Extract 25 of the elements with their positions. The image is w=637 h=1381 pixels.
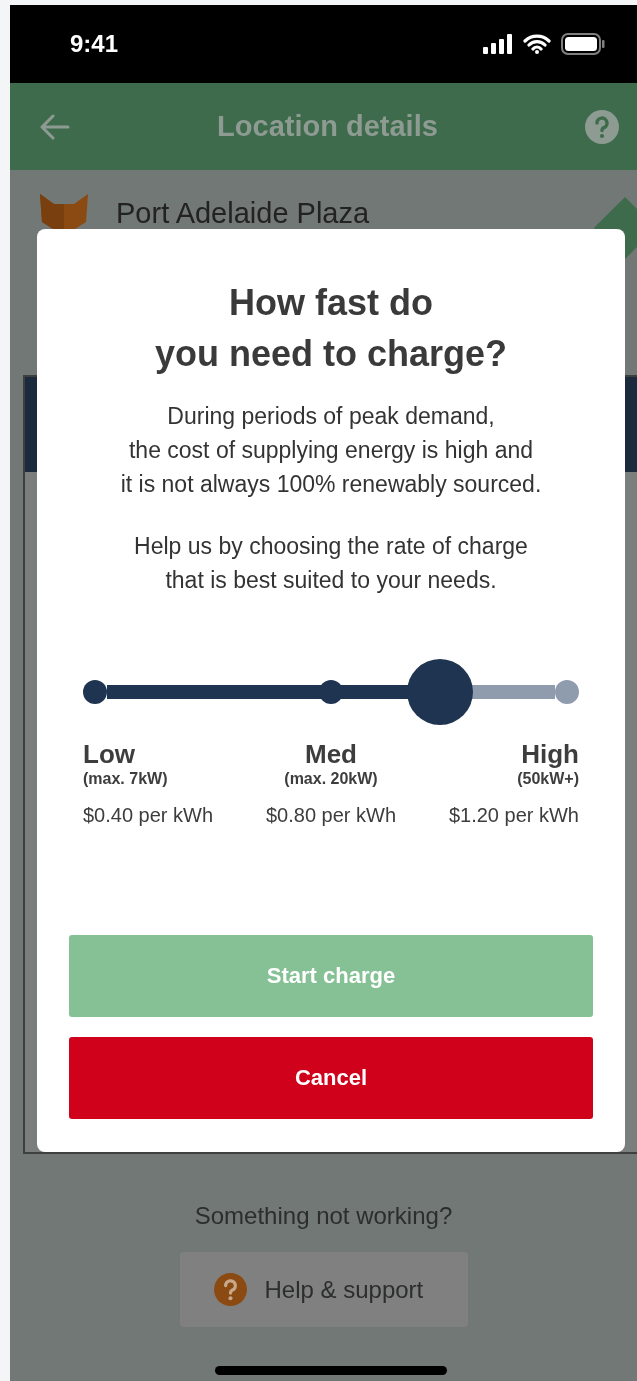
dialog-text: Help us by choosing the rate of charge that is best suited to your needs.: [133, 532, 529, 595]
step-dot: [83, 680, 107, 704]
dialog-text: During periods of peak demand, the cost of supplying energy is high and it is not always 100% renewably sourced.: [119, 402, 543, 499]
rate-label: Low: [83, 739, 135, 769]
price-text: $0.80 per kWh: [265, 803, 397, 827]
cancel-button[interactable]: Cancel: [69, 1037, 593, 1119]
power-limit: (50kW+): [517, 769, 579, 789]
battery-icon: [561, 33, 605, 55]
location-name: Port Adelaide Plaza: [116, 196, 370, 230]
signal-icon: [483, 34, 513, 54]
price-text: $0.40 per kWh: [83, 803, 214, 827]
rate-label: High: [521, 739, 579, 769]
clock: 9:41: [70, 30, 119, 58]
screen-title: Location details: [217, 110, 438, 143]
help-icon: [213, 1273, 247, 1306]
rate-slider[interactable]: [83, 659, 579, 725]
price-text: $1.20 per kWh: [448, 803, 579, 827]
rate-label: Med: [305, 739, 357, 769]
power-limit: (max. 7kW): [83, 769, 168, 789]
power-limit: (max. 20kW): [284, 769, 378, 789]
support-prompt: Something not working?: [194, 1202, 453, 1230]
dialog-title: How fast do you need to charge?: [154, 281, 508, 376]
step-dot: [555, 680, 579, 704]
wifi-icon: [523, 34, 551, 54]
help-support-button[interactable]: Help & support: [179, 1252, 468, 1327]
